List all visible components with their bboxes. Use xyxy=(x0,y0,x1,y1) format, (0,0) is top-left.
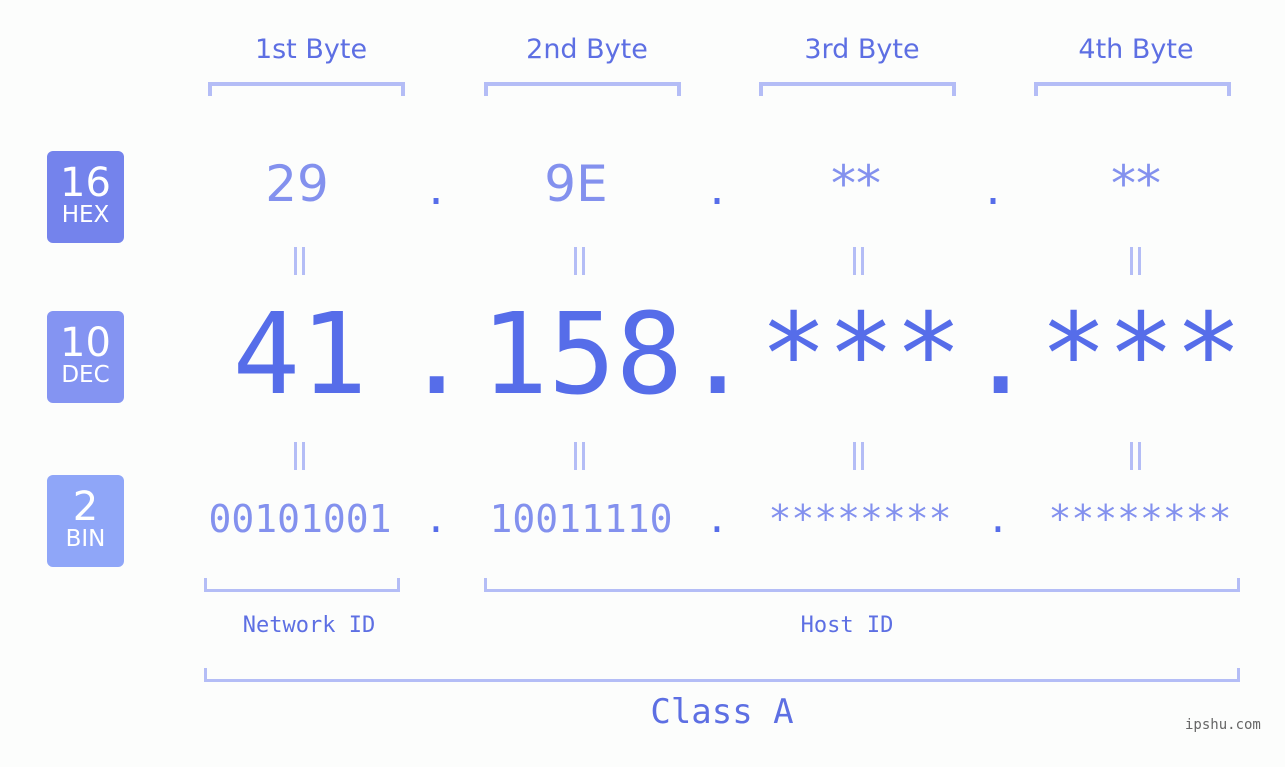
hex-badge-label: HEX xyxy=(61,202,110,228)
equals-icon xyxy=(294,247,305,275)
network-id-bracket xyxy=(204,578,400,592)
bin-separator-2: . xyxy=(705,497,729,541)
dec-separator-3: . xyxy=(967,290,1035,420)
dec-byte-4: *** xyxy=(1039,290,1243,420)
class-label: Class A xyxy=(650,692,794,732)
dec-separator-1: . xyxy=(403,290,471,420)
byte-header-1: 1st Byte xyxy=(254,34,368,65)
host-id-bracket xyxy=(484,578,1240,592)
bin-badge-label: BIN xyxy=(65,526,106,552)
bin-byte-2: 10011110 xyxy=(489,497,673,541)
hex-byte-4: ** xyxy=(1111,155,1161,213)
hex-byte-2: 9E xyxy=(544,155,608,213)
equals-icon xyxy=(853,442,864,470)
host-id-label: Host ID xyxy=(800,613,894,638)
equals-icon xyxy=(853,247,864,275)
hex-separator-3: . xyxy=(980,168,1006,214)
bin-separator-1: . xyxy=(424,497,448,541)
network-id-label: Network ID xyxy=(242,613,376,638)
hex-separator-1: . xyxy=(423,168,449,214)
byte-bracket-2 xyxy=(484,82,681,96)
dec-badge: 10 DEC xyxy=(47,311,124,403)
hex-badge-number: 16 xyxy=(60,160,111,206)
equals-icon xyxy=(1130,247,1141,275)
dec-byte-3: *** xyxy=(759,290,963,420)
equals-icon xyxy=(574,442,585,470)
dec-separator-2: . xyxy=(684,290,752,420)
byte-header-2: 2nd Byte xyxy=(526,34,648,65)
bin-separator-3: . xyxy=(986,497,1010,541)
dec-badge-number: 10 xyxy=(60,320,111,366)
hex-badge: 16 HEX xyxy=(47,151,124,243)
equals-icon xyxy=(294,442,305,470)
dec-byte-1: 41 xyxy=(232,290,368,420)
bin-byte-1: 00101001 xyxy=(208,497,392,541)
byte-bracket-1 xyxy=(208,82,405,96)
equals-icon xyxy=(1130,442,1141,470)
dec-badge-label: DEC xyxy=(61,362,110,388)
byte-header-4: 4th Byte xyxy=(1078,34,1194,65)
watermark: ipshu.com xyxy=(1185,717,1261,733)
bin-badge: 2 BIN xyxy=(47,475,124,567)
bin-badge-number: 2 xyxy=(72,484,99,530)
byte-header-3: 3rd Byte xyxy=(804,34,920,65)
hex-byte-3: ** xyxy=(831,155,881,213)
byte-bracket-3 xyxy=(759,82,956,96)
class-bracket xyxy=(204,668,1240,682)
dec-byte-2: 158 xyxy=(480,290,684,420)
byte-bracket-4 xyxy=(1034,82,1231,96)
hex-byte-1: 29 xyxy=(265,155,329,213)
hex-separator-2: . xyxy=(704,168,730,214)
equals-icon xyxy=(574,247,585,275)
bin-byte-3: ******** xyxy=(768,497,952,541)
bin-byte-4: ******** xyxy=(1048,497,1232,541)
